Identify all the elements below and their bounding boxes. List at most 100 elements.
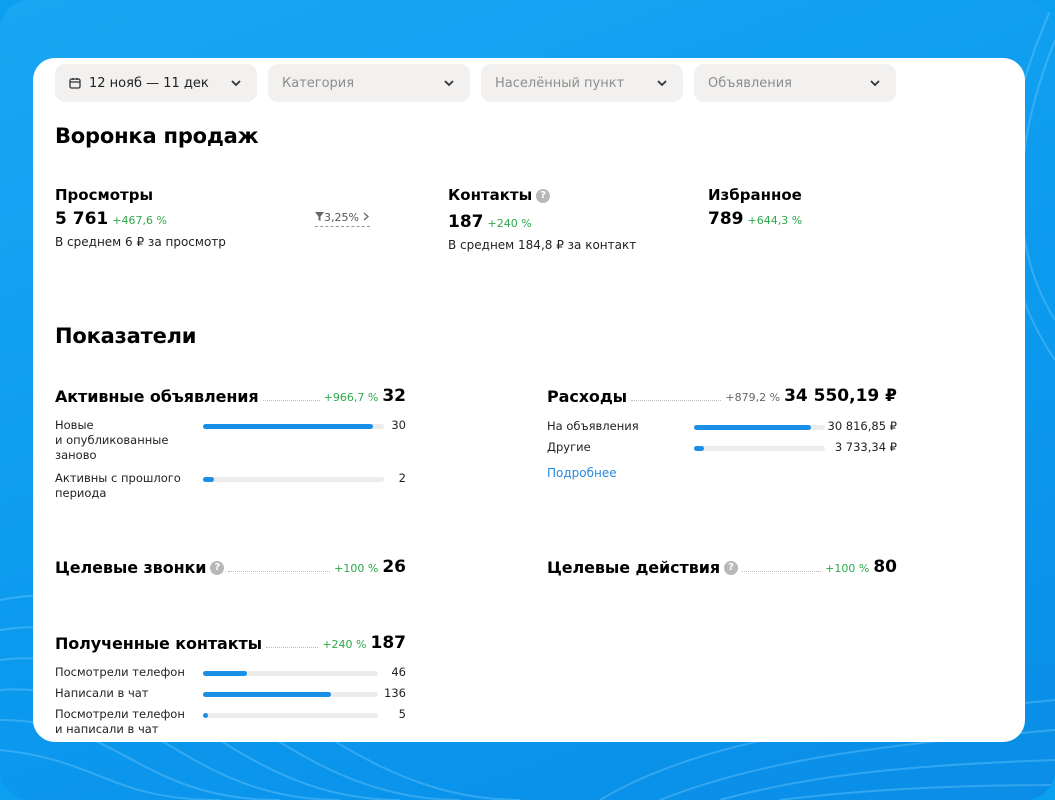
list-item: На объявления 30 816,85 ₽ <box>547 419 897 435</box>
favorites-value: 789 +644,3 % <box>708 209 802 229</box>
row-value: 136 <box>384 686 406 700</box>
progress-fill <box>203 713 209 718</box>
row-label: Активны с прошлого периода <box>55 471 181 501</box>
row-value: 46 <box>391 665 406 679</box>
progress-track <box>203 713 378 718</box>
calls-header: Целевые звонки? +100 % 26 <box>55 555 406 577</box>
divider <box>631 400 722 401</box>
list-item: Активны с прошлого периода 2 <box>55 471 406 503</box>
dashboard-card: 12 нояб — 11 дек Категория Населённый пу… <box>33 58 1025 742</box>
row-value: 30 <box>391 418 406 432</box>
row-value: 30 816,85 ₽ <box>827 419 898 433</box>
active-ads-title: Активные объявления <box>55 387 259 406</box>
received-contacts-delta: +240 % <box>322 638 367 651</box>
active-ads-header: Активные объявления +966,7 % 32 <box>55 384 406 406</box>
views-number: 5 761 <box>55 209 109 229</box>
expenses-delta: +879,2 % <box>725 391 781 404</box>
city-filter[interactable]: Населённый пункт <box>481 64 683 102</box>
row-value: 2 <box>398 471 406 485</box>
views-conversion-link[interactable]: 3,25% <box>315 211 371 227</box>
actions-delta: +100 % <box>825 562 870 575</box>
active-ads-delta: +966,7 % <box>323 391 379 404</box>
contacts-delta: +240 % <box>487 217 532 230</box>
progress-track <box>694 425 825 430</box>
list-item: Новые и опубликованные заново 30 <box>55 418 406 464</box>
actions-title: Целевые действия <box>547 558 721 577</box>
progress-fill <box>203 424 374 429</box>
actions-header: Целевые действия? +100 % 80 <box>547 555 897 577</box>
progress-track <box>694 446 825 451</box>
calls-value: 26 <box>382 557 406 577</box>
row-label-line: Посмотрели телефон <box>55 707 185 721</box>
received-contacts-value: 187 <box>370 633 407 653</box>
progress-track <box>203 424 384 429</box>
progress-track <box>203 692 378 697</box>
expenses-more-link[interactable]: Подробнее <box>547 466 617 480</box>
row-label-line: и опубликованные <box>55 433 169 447</box>
funnel-title: Воронка продаж <box>55 124 259 148</box>
row-label: Посмотрели телефон <box>55 665 185 679</box>
actions-value: 80 <box>873 557 897 577</box>
category-filter[interactable]: Категория <box>268 64 470 102</box>
views-conversion-value: 3,25% <box>324 211 359 224</box>
progress-fill <box>203 477 214 482</box>
contacts-value: 187 +240 % <box>448 212 532 232</box>
expenses-title: Расходы <box>547 387 628 406</box>
progress-track <box>203 477 384 482</box>
row-label: Другие <box>547 440 591 454</box>
row-label-line: и написали в чат <box>55 722 159 736</box>
calendar-icon <box>69 78 81 89</box>
row-label-line: Активны с прошлого <box>55 471 181 485</box>
help-icon[interactable]: ? <box>724 561 739 575</box>
progress-fill <box>694 446 705 451</box>
calls-delta: +100 % <box>334 562 379 575</box>
category-filter-label: Категория <box>282 75 355 91</box>
city-filter-label: Населённый пункт <box>495 75 625 91</box>
contacts-label: Контакты? <box>448 186 551 204</box>
views-note: В среднем 6 ₽ за просмотр <box>55 235 226 249</box>
received-contacts-title: Полученные контакты <box>55 634 263 653</box>
list-item: Посмотрели телефон и написали в чат 5 <box>55 707 406 739</box>
help-icon[interactable]: ? <box>536 188 551 203</box>
funnel-icon <box>315 212 324 221</box>
chevron-down-icon <box>231 80 241 87</box>
list-item: Написали в чат 136 <box>55 686 406 702</box>
favorites-delta: +644,3 % <box>747 214 803 227</box>
date-range-value: 12 нояб — 11 дек <box>89 75 209 91</box>
row-value: 5 <box>398 707 406 721</box>
row-label-line: заново <box>55 448 97 462</box>
divider <box>266 647 319 648</box>
row-label: На объявления <box>547 419 639 433</box>
ads-filter-label: Объявления <box>708 75 792 91</box>
list-item: Посмотрели телефон 46 <box>55 665 406 681</box>
indicators-title: Показатели <box>55 324 197 348</box>
row-value: 3 733,34 ₽ <box>834 440 897 454</box>
views-delta: +467,6 % <box>112 214 167 227</box>
date-range-filter[interactable]: 12 нояб — 11 дек <box>55 64 257 102</box>
progress-fill <box>203 692 331 697</box>
views-label: Просмотры <box>55 186 154 204</box>
chevron-down-icon <box>444 80 454 87</box>
contacts-number: 187 <box>448 212 484 232</box>
list-item: Другие 3 733,34 ₽ <box>547 440 897 456</box>
row-label-line: Новые <box>55 418 94 432</box>
favorites-label: Избранное <box>708 186 802 204</box>
row-label-line: периода <box>55 486 107 500</box>
divider <box>262 400 320 401</box>
row-label: Написали в чат <box>55 686 149 700</box>
expenses-value: 34 550,19 ₽ <box>784 386 897 406</box>
progress-fill <box>203 671 247 676</box>
received-contacts-header: Полученные контакты +240 % 187 <box>55 631 406 653</box>
progress-fill <box>694 425 811 430</box>
expenses-header: Расходы +879,2 % 34 550,19 ₽ <box>547 384 897 406</box>
favorites-number: 789 <box>708 209 744 229</box>
chevron-down-icon <box>870 80 880 87</box>
ads-filter[interactable]: Объявления <box>694 64 896 102</box>
views-value: 5 761 +467,6 % <box>55 209 167 229</box>
help-icon[interactable]: ? <box>210 561 225 575</box>
divider <box>742 571 822 572</box>
row-label: Новые и опубликованные заново <box>55 418 168 463</box>
progress-track <box>203 671 378 676</box>
chevron-down-icon <box>657 80 667 87</box>
calls-title: Целевые звонки <box>55 558 207 577</box>
